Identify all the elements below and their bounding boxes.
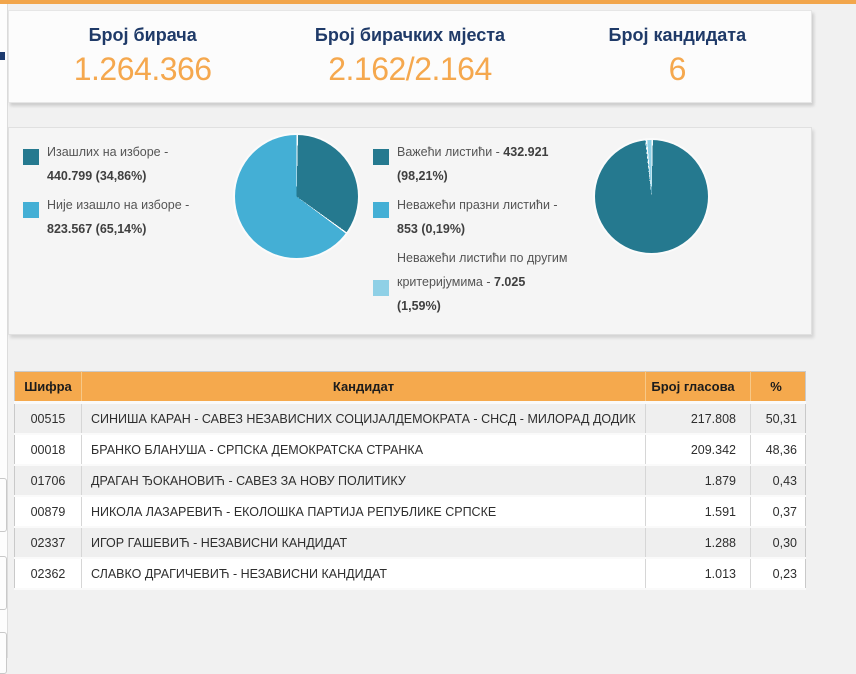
left-edge-panel — [0, 4, 8, 658]
cell-candidate: ИГОР ГАШЕВИЋ - НЕЗАВИСНИ КАНДИДАТ — [82, 527, 646, 558]
table-row: 00515 СИНИША КАРАН - САВЕЗ НЕЗАВИСНИХ СО… — [15, 403, 806, 435]
cell-votes: 1.591 — [646, 496, 751, 527]
stat-polling-stations-label: Број бирачких мјеста — [276, 25, 543, 46]
legend-swatch-other-invalid-ballots — [373, 280, 389, 296]
legend-item: Важећи листићи - 432.921 (98,21%) — [373, 140, 568, 188]
legend-value: 853 (0,19%) — [397, 222, 465, 236]
legend-value: 823.567 (65,14%) — [47, 222, 146, 236]
charts-panel: Изашлих на изборе - 440.799 (34,86%) Ниј… — [8, 127, 812, 335]
cell-votes: 217.808 — [646, 403, 751, 435]
legend-item: Неважећи листићи по другим критеријумима… — [373, 246, 568, 318]
cell-candidate: ДРАГАН ЂОКАНОВИЋ - САВЕЗ ЗА НОВУ ПОЛИТИК… — [82, 465, 646, 496]
legend-text: Неважећи празни листићи - 853 (0,19%) — [397, 193, 568, 241]
legend-label: Неважећи празни листићи - — [397, 198, 558, 212]
legend-item: Није изашло на изборе - 823.567 (65,14%) — [23, 193, 223, 241]
legend-text: Изашлих на изборе - 440.799 (34,86%) — [47, 140, 215, 188]
stat-voters-label: Број бирача — [9, 25, 276, 46]
cell-percent: 48,36 — [751, 434, 806, 465]
stat-polling-stations: Број бирачких мјеста 2.162/2.164 — [276, 11, 543, 102]
legend-text: Неважећи листићи по другим критеријумима… — [397, 246, 568, 318]
legend-text: Није изашло на изборе - 823.567 (65,14%) — [47, 193, 215, 241]
cell-code: 02362 — [15, 558, 82, 589]
table-row: 00018 БРАНКО БЛАНУША - СРПСКА ДЕМОКРАТСК… — [15, 434, 806, 465]
col-header-candidate: Кандидат — [82, 372, 646, 403]
ballots-legend: Важећи листићи - 432.921 (98,21%) Неваже… — [373, 140, 568, 323]
legend-text: Важећи листићи - 432.921 (98,21%) — [397, 140, 568, 188]
legend-label: Важећи листићи - — [397, 145, 503, 159]
cell-code: 00515 — [15, 403, 82, 435]
table-row: 02362 СЛАВКО ДРАГИЧЕВИЋ - НЕЗАВИСНИ КАНД… — [15, 558, 806, 589]
stat-polling-stations-value: 2.162/2.164 — [276, 51, 543, 88]
cell-candidate: БРАНКО БЛАНУША - СРПСКА ДЕМОКРАТСКА СТРА… — [82, 434, 646, 465]
legend-label: Неважећи листићи по другим критеријумима… — [397, 251, 567, 289]
left-edge-marker — [0, 52, 5, 60]
results-table: Шифра Кандидат Број гласова % 00515 СИНИ… — [14, 371, 806, 590]
left-edge-fragment — [0, 478, 7, 532]
cell-candidate: СИНИША КАРАН - САВЕЗ НЕЗАВИСНИХ СОЦИЈАЛД… — [82, 403, 646, 435]
left-edge-fragment — [0, 556, 7, 610]
turnout-pie-chart — [235, 135, 358, 258]
results-table-header: Шифра Кандидат Број гласова % — [15, 372, 806, 403]
summary-panel: Број бирача 1.264.366 Број бирачких мјес… — [8, 10, 812, 103]
col-header-code: Шифра — [15, 372, 82, 403]
cell-code: 02337 — [15, 527, 82, 558]
cell-percent: 0,37 — [751, 496, 806, 527]
table-row: 01706 ДРАГАН ЂОКАНОВИЋ - САВЕЗ ЗА НОВУ П… — [15, 465, 806, 496]
legend-swatch-turnout-not-voted — [23, 202, 39, 218]
col-header-votes: Број гласова — [646, 372, 751, 403]
cell-code: 01706 — [15, 465, 82, 496]
table-row: 02337 ИГОР ГАШЕВИЋ - НЕЗАВИСНИ КАНДИДАТ … — [15, 527, 806, 558]
cell-votes: 1.013 — [646, 558, 751, 589]
cell-percent: 0,30 — [751, 527, 806, 558]
cell-code: 00018 — [15, 434, 82, 465]
cell-votes: 1.288 — [646, 527, 751, 558]
legend-item: Изашлих на изборе - 440.799 (34,86%) — [23, 140, 223, 188]
cell-percent: 0,23 — [751, 558, 806, 589]
cell-votes: 209.342 — [646, 434, 751, 465]
col-header-percent: % — [751, 372, 806, 403]
stat-candidates-value: 6 — [544, 51, 811, 88]
stat-candidates-label: Број кандидата — [544, 25, 811, 46]
stat-candidates: Број кандидата 6 — [544, 11, 811, 102]
legend-swatch-blank-ballots — [373, 202, 389, 218]
legend-label: Није изашло на изборе - — [47, 198, 189, 212]
cell-percent: 0,43 — [751, 465, 806, 496]
ballots-pie-chart — [595, 140, 708, 253]
cell-candidate: НИКОЛА ЛАЗАРЕВИЋ - ЕКОЛОШКА ПАРТИЈА РЕПУ… — [82, 496, 646, 527]
legend-swatch-turnout-voted — [23, 149, 39, 165]
cell-percent: 50,31 — [751, 403, 806, 435]
turnout-legend: Изашлих на изборе - 440.799 (34,86%) Ниј… — [23, 140, 223, 246]
left-edge-fragment — [0, 632, 7, 674]
top-accent-bar — [0, 0, 856, 4]
legend-label: Изашлих на изборе - — [47, 145, 168, 159]
cell-votes: 1.879 — [646, 465, 751, 496]
stat-voters-value: 1.264.366 — [9, 51, 276, 88]
legend-swatch-valid-ballots — [373, 149, 389, 165]
stat-voters: Број бирача 1.264.366 — [9, 11, 276, 102]
legend-value: 440.799 (34,86%) — [47, 169, 146, 183]
cell-candidate: СЛАВКО ДРАГИЧЕВИЋ - НЕЗАВИСНИ КАНДИДАТ — [82, 558, 646, 589]
legend-item: Неважећи празни листићи - 853 (0,19%) — [373, 193, 568, 241]
cell-code: 00879 — [15, 496, 82, 527]
table-row: 00879 НИКОЛА ЛАЗАРЕВИЋ - ЕКОЛОШКА ПАРТИЈ… — [15, 496, 806, 527]
